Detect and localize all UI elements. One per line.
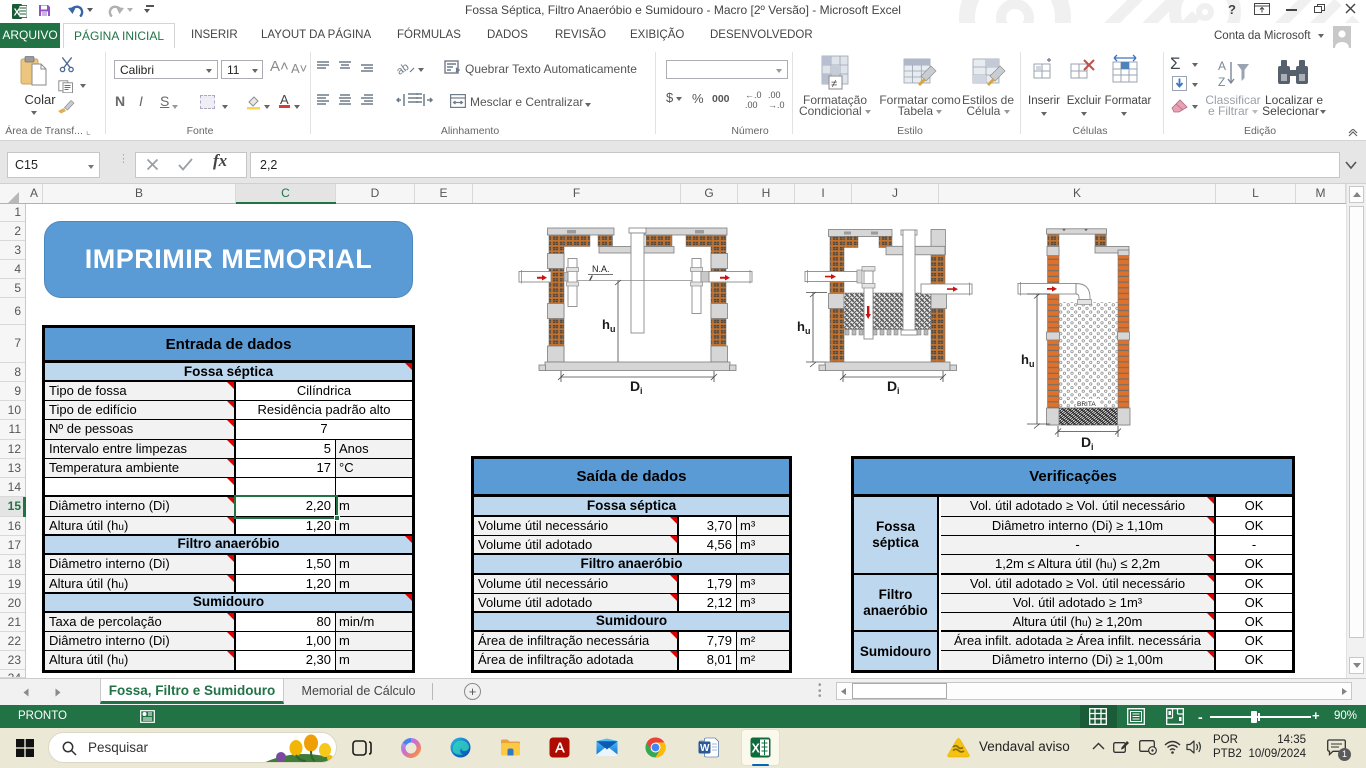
svg-text:X: X bbox=[752, 742, 761, 756]
svg-text:D: D bbox=[887, 378, 897, 394]
svg-text:D: D bbox=[1081, 434, 1091, 450]
svg-text:i: i bbox=[1091, 442, 1094, 452]
svg-text:h: h bbox=[797, 319, 805, 334]
svg-text:u: u bbox=[1029, 359, 1035, 369]
svg-text:h: h bbox=[602, 317, 610, 332]
svg-text:A: A bbox=[1218, 59, 1226, 73]
svg-text:u: u bbox=[610, 324, 616, 334]
svg-text:BRITA: BRITA bbox=[1077, 401, 1096, 408]
svg-text:i: i bbox=[640, 386, 643, 396]
svg-text:D: D bbox=[630, 378, 640, 394]
svg-text:ab: ab bbox=[395, 61, 411, 76]
svg-text:i: i bbox=[897, 386, 900, 396]
svg-text:≠: ≠ bbox=[831, 78, 837, 90]
svg-text:u: u bbox=[805, 326, 811, 336]
svg-text:W: W bbox=[700, 743, 710, 754]
svg-text:N.A.: N.A. bbox=[592, 264, 610, 274]
svg-text:h: h bbox=[1021, 352, 1029, 367]
svg-text:Z: Z bbox=[1218, 75, 1225, 89]
